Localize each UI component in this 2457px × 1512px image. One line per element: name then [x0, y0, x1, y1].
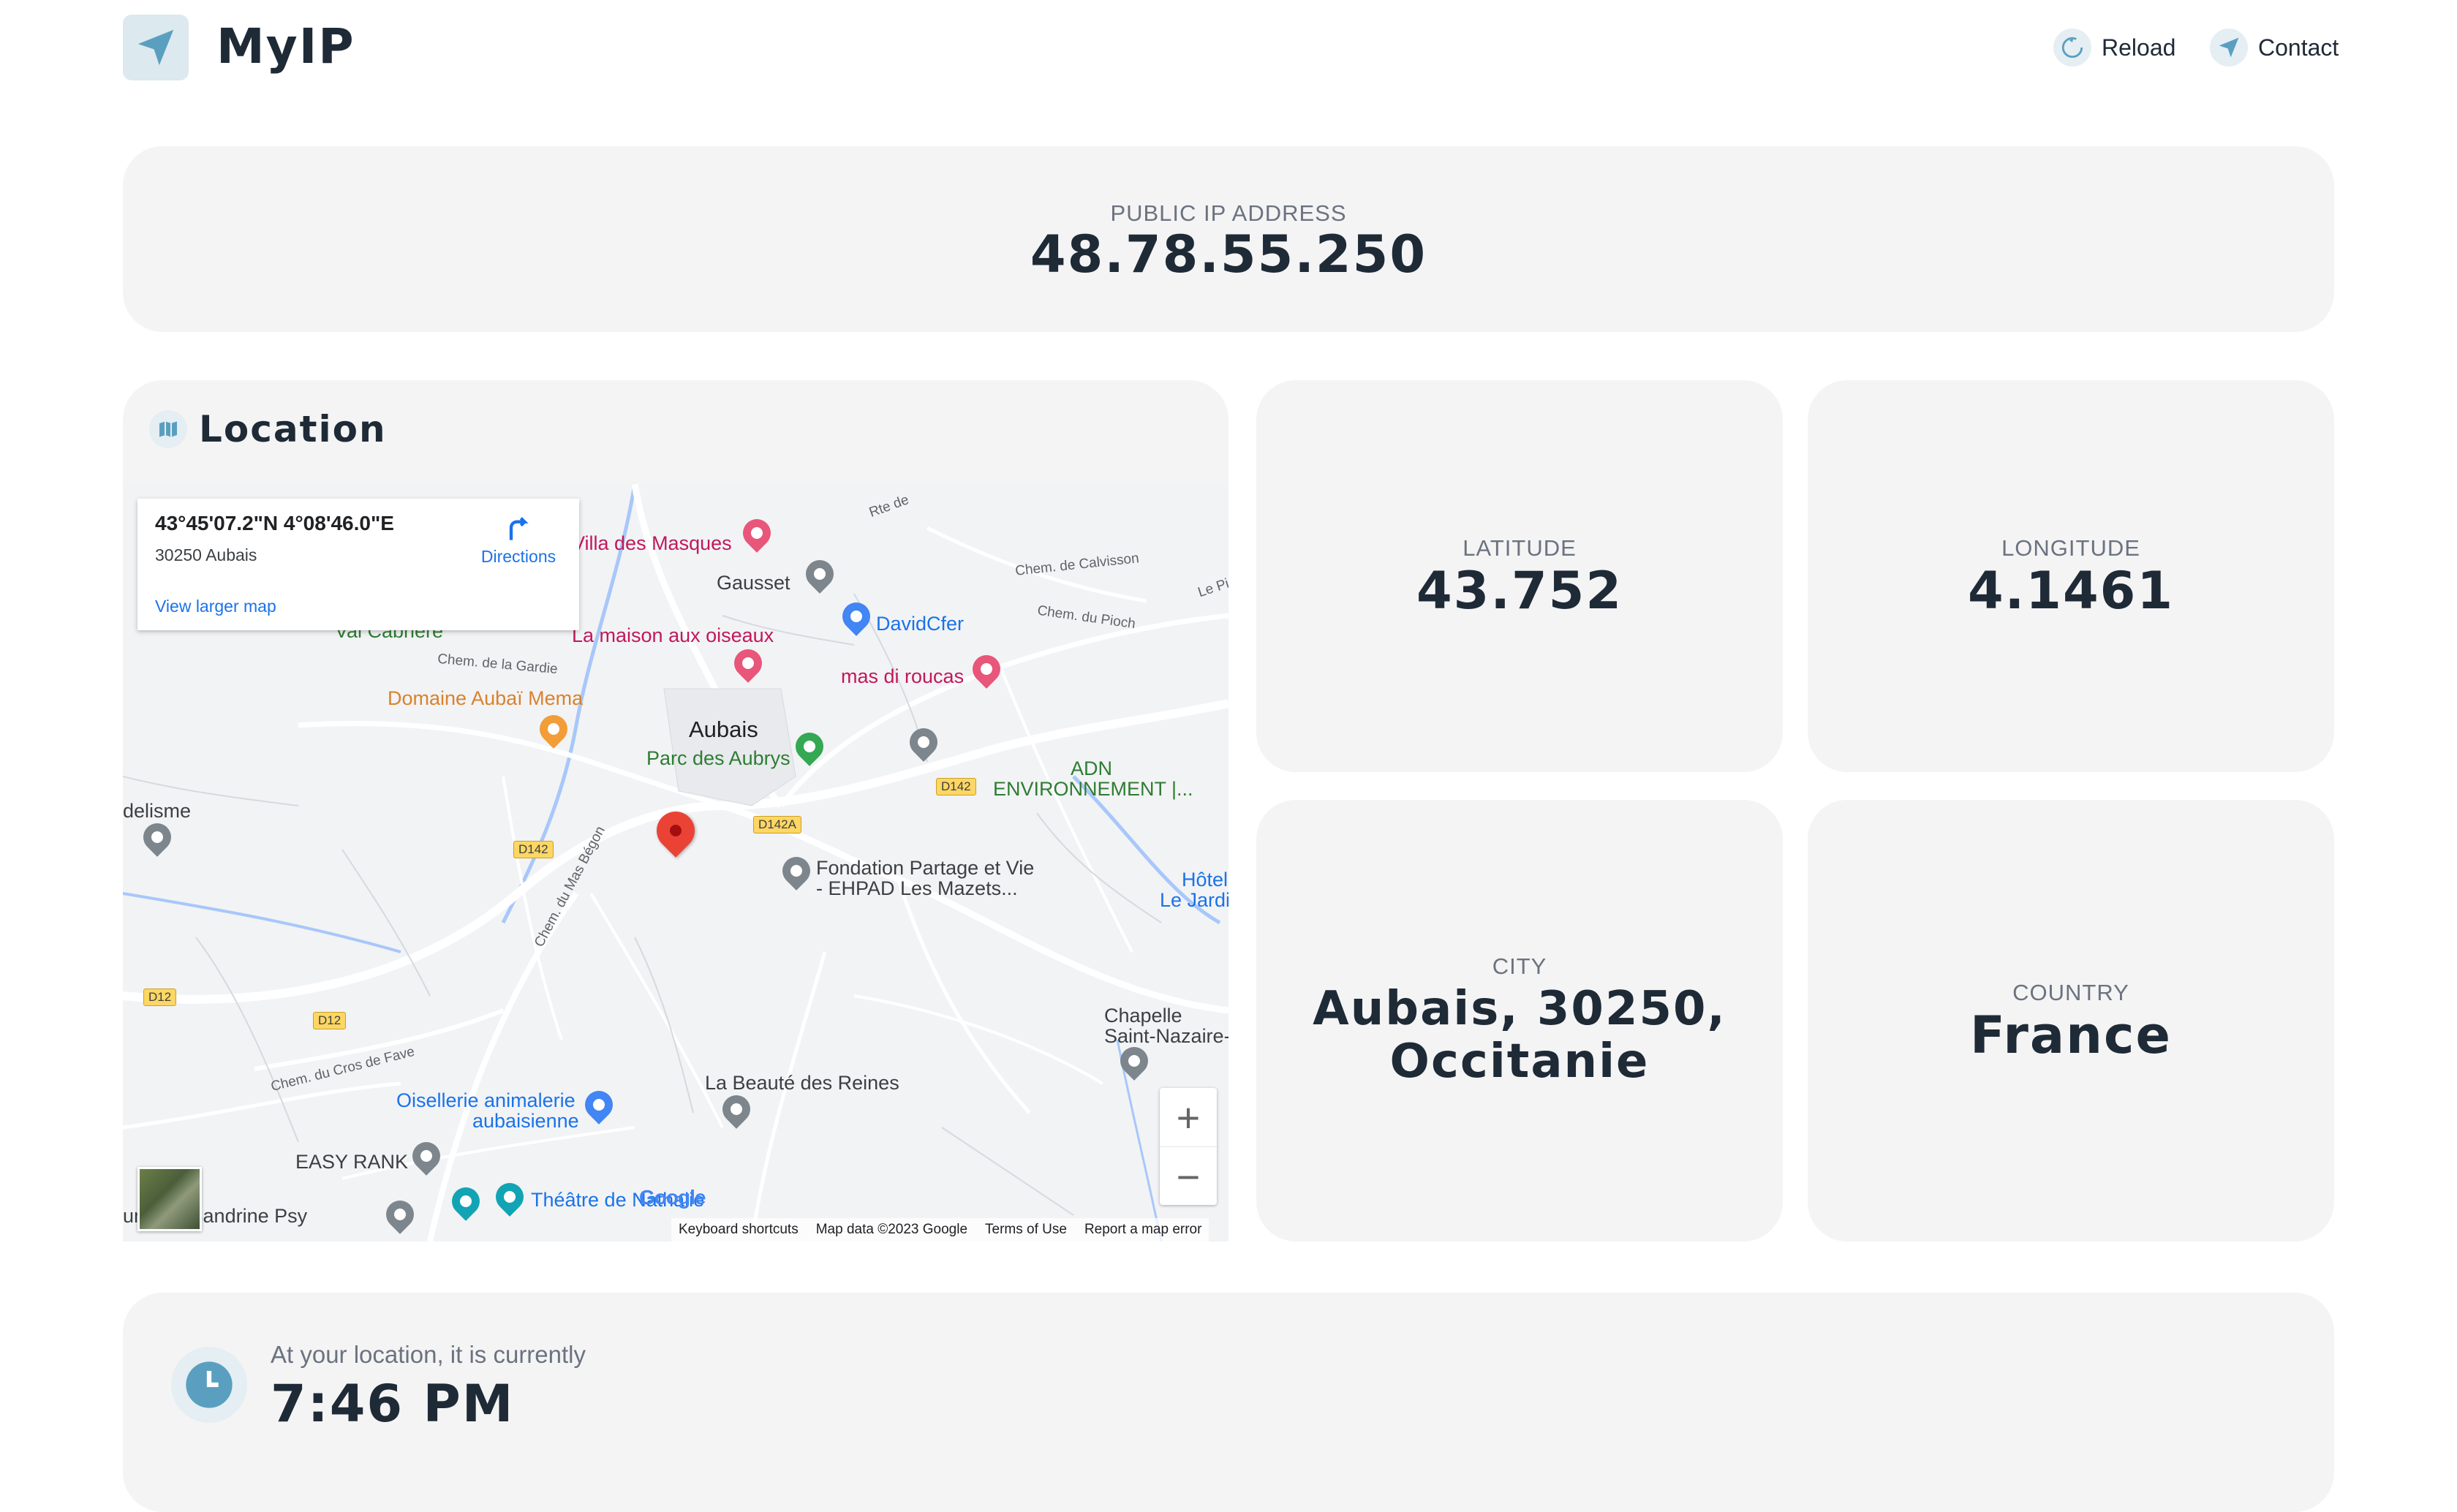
clock-icon — [171, 1347, 247, 1423]
place-label[interactable]: La maison aux oiseaux — [572, 624, 774, 647]
ip-value: 48.78.55.250 — [1030, 224, 1427, 284]
local-time-card: At your location, it is currently 7:46 P… — [123, 1293, 2334, 1512]
map-embed[interactable]: Rte de Chem. de Calvisson Chem. du Pioch… — [123, 484, 1228, 1241]
place-label[interactable]: aubaisienne — [472, 1110, 579, 1133]
place-label[interactable]: Fondation Partage et Vie — [816, 857, 1034, 880]
contact-label: Contact — [2258, 34, 2339, 61]
place-label[interactable]: Chapelle — [1104, 1005, 1182, 1027]
zoom-out-button[interactable]: − — [1160, 1147, 1217, 1206]
longitude-value: 4.1461 — [1967, 561, 2175, 621]
place-label[interactable]: EASY RANK — [295, 1151, 408, 1173]
view-larger-map-link[interactable]: View larger map — [155, 597, 276, 616]
zoom-control: + − — [1160, 1088, 1217, 1205]
logo-icon[interactable] — [123, 15, 189, 80]
reload-button[interactable]: Reload — [2053, 26, 2175, 69]
place-label[interactable]: Parc des Aubrys — [646, 747, 790, 770]
reload-label: Reload — [2102, 34, 2176, 61]
route-shield: D142 — [936, 778, 976, 795]
map-address: 30250 Aubais — [155, 545, 257, 564]
place-label[interactable]: DavidCfer — [876, 613, 964, 635]
place-label[interactable]: Hôtel — [1182, 869, 1228, 891]
place-label[interactable]: mas di roucas — [841, 665, 964, 688]
latitude-value: 43.752 — [1416, 561, 1623, 621]
place-label[interactable]: Saint-Nazaire- — [1104, 1025, 1228, 1048]
city-value-line1: Aubais, 30250, — [1313, 982, 1726, 1036]
directions-label: Directions — [480, 547, 556, 566]
place-label[interactable]: Domaine Aubaï Mema — [388, 687, 583, 710]
route-shield: D12 — [143, 989, 177, 1006]
directions-button[interactable]: Directions — [471, 513, 566, 567]
route-shield: D142 — [513, 841, 554, 858]
city-card: CITY Aubais, 30250, Occitanie — [1256, 800, 1783, 1241]
map-attribution: Keyboard shortcuts Map data ©2023 Google… — [671, 1218, 1209, 1241]
route-shield: D12 — [313, 1012, 347, 1029]
place-label[interactable]: Le Jardi — [1160, 889, 1228, 912]
place-label[interactable]: - EHPAD Les Mazets... — [816, 877, 1018, 900]
location-title: Location — [149, 408, 387, 450]
latitude-card: LATITUDE 43.752 — [1256, 380, 1783, 772]
place-label[interactable]: Oisellerie animalerie — [396, 1089, 575, 1112]
ip-label: PUBLIC IP ADDRESS — [1110, 200, 1347, 226]
longitude-card: LONGITUDE 4.1461 — [1808, 380, 2334, 772]
place-label[interactable]: Villa des Masques — [572, 532, 732, 555]
place-label[interactable]: La Beauté des Reines — [705, 1072, 899, 1095]
map-data-text: Map data ©2023 Google — [815, 1222, 968, 1237]
zoom-in-button[interactable]: + — [1160, 1088, 1217, 1147]
longitude-label: LONGITUDE — [2001, 535, 2140, 561]
map-icon — [149, 410, 187, 448]
city-value-line2: Occitanie — [1389, 1035, 1650, 1089]
location-title-text: Location — [199, 408, 387, 450]
latitude-label: LATITUDE — [1462, 535, 1577, 561]
country-label: COUNTRY — [2012, 980, 2129, 1005]
map-info-window: 43°45'07.2"N 4°08'46.0"E 30250 Aubais Vi… — [137, 499, 579, 630]
send-icon — [2210, 29, 2248, 67]
reload-icon — [2053, 29, 2091, 67]
local-time-value: 7:46 PM — [271, 1374, 515, 1434]
place-label[interactable]: Gausset — [717, 572, 790, 594]
directions-icon — [509, 517, 529, 540]
city-label: CITY — [1492, 953, 1547, 979]
map-coordinates: 43°45'07.2"N 4°08'46.0"E — [155, 512, 394, 534]
keyboard-shortcuts-link[interactable]: Keyboard shortcuts — [679, 1222, 799, 1238]
town-label[interactable]: Aubais — [689, 717, 758, 743]
report-map-error-link[interactable]: Report a map error — [1084, 1222, 1202, 1238]
contact-button[interactable]: Contact — [2210, 26, 2339, 69]
place-label[interactable]: ENVIRONNEMENT |... — [993, 778, 1193, 801]
terms-of-use-link[interactable]: Terms of Use — [985, 1222, 1067, 1238]
country-value: France — [1970, 1005, 2172, 1065]
app-name[interactable]: MyIP — [216, 18, 355, 76]
google-logo: Google — [639, 1186, 706, 1209]
country-card: COUNTRY France — [1808, 800, 2334, 1241]
satellite-layer-button[interactable] — [137, 1167, 202, 1231]
place-label[interactable]: ADN — [1071, 757, 1112, 780]
route-shield: D142A — [753, 816, 801, 834]
place-label[interactable]: delisme — [123, 800, 191, 823]
local-time-label: At your location, it is currently — [271, 1341, 586, 1368]
